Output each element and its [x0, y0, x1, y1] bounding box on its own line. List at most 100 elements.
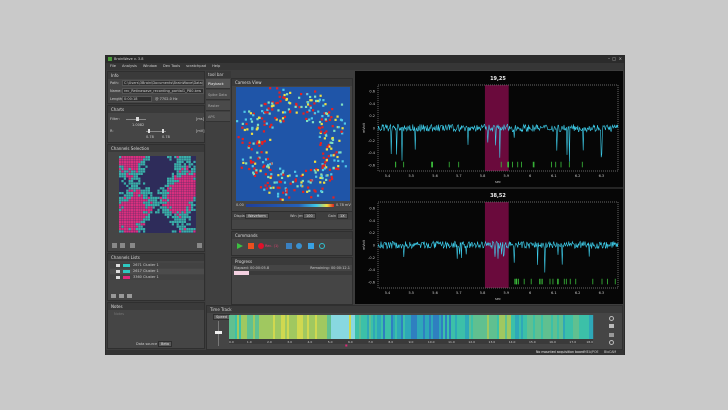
camera-heatmap[interactable]	[236, 87, 350, 201]
filter-slider[interactable]	[126, 117, 146, 121]
channel-cell	[176, 213, 179, 216]
display-select[interactable]: Waveform	[245, 213, 269, 219]
channel-cell	[164, 194, 167, 197]
channel-cell	[143, 160, 146, 163]
grid-icon[interactable]	[112, 243, 117, 248]
speed-slider[interactable]	[215, 321, 222, 346]
export-icon[interactable]	[197, 243, 202, 248]
snapshot-icon[interactable]	[308, 243, 314, 249]
electrode-pixel	[316, 194, 320, 197]
channel-cell	[188, 196, 191, 199]
channel-cell	[133, 172, 136, 175]
channel-list-item[interactable]: 2617 Cluster 1	[110, 269, 204, 274]
channel-cell	[162, 196, 165, 199]
loop-icon[interactable]	[319, 243, 325, 249]
channel-cell	[145, 216, 148, 219]
time-bin	[339, 315, 342, 339]
electrode-pixel	[291, 180, 295, 184]
status-bar: No mounted acquisition board MEA/POE Bio…	[106, 350, 624, 355]
tab-aps[interactable]: APS	[206, 112, 230, 122]
channel-list-item[interactable]: 3360 Cluster 1	[110, 275, 204, 280]
feed-icon[interactable]	[286, 243, 292, 249]
menu-bar: File Analysis Window Dev Tools scratchpa…	[106, 63, 624, 70]
name-field[interactable]: rec_Retinawave_recording_partial1_P80.br…	[122, 88, 204, 94]
menu-window[interactable]: Window	[143, 64, 157, 69]
waveform-plots[interactable]: 19,25 0.6 0.4 0.2 0 -0.2 -0.4 -0.6 5.4 5.5 5.6 5.7 5…	[355, 71, 623, 304]
electrode-pixel	[327, 114, 330, 117]
notes-input[interactable]: Notes	[114, 312, 124, 316]
sync-icon[interactable]	[296, 243, 302, 249]
channel-cell	[126, 211, 129, 214]
channel-cell	[191, 208, 194, 211]
stop-icon[interactable]	[248, 243, 254, 249]
time-bin	[569, 315, 572, 339]
channel-cell	[169, 206, 172, 209]
channel-cell	[147, 213, 150, 216]
menu-scratchpad[interactable]: scratchpad	[186, 64, 206, 69]
zoom-icon[interactable]	[609, 316, 614, 321]
channel-cell	[121, 204, 124, 207]
view-tool-icon[interactable]	[130, 243, 135, 248]
tab-playback[interactable]: Playback	[206, 79, 230, 89]
channel-list-item[interactable]: 2671 Cluster 1	[110, 263, 204, 268]
list-color-swatch	[123, 264, 130, 267]
time-bin	[243, 315, 246, 339]
y-tick-label: 0.2	[369, 114, 375, 118]
menu-help[interactable]: Help	[212, 64, 220, 69]
time-bin	[549, 315, 552, 339]
select-tool-icon[interactable]	[120, 243, 125, 248]
import-list-icon[interactable]	[119, 294, 124, 298]
channel-cell	[171, 196, 174, 199]
electrode-pixel	[264, 158, 268, 161]
channel-cell	[145, 206, 148, 209]
eye-icon[interactable]	[116, 264, 120, 267]
menu-analysis[interactable]: Analysis	[122, 64, 137, 69]
win-select[interactable]: 100	[303, 213, 316, 219]
time-bin	[229, 315, 232, 339]
record-icon[interactable]	[258, 243, 264, 249]
channel-cell	[181, 201, 184, 204]
channel-cell	[188, 201, 191, 204]
eye-icon[interactable]	[116, 270, 120, 273]
play-icon[interactable]	[237, 243, 243, 249]
length-field[interactable]: 0:00:18	[122, 96, 152, 102]
time-cursor[interactable]	[345, 344, 348, 347]
minimize-icon[interactable]: –	[608, 56, 610, 61]
channel-cell	[186, 187, 189, 190]
electrode-pixel	[261, 161, 265, 164]
data-source-select[interactable]: Beta	[158, 341, 173, 347]
maximize-icon[interactable]: □	[612, 56, 616, 61]
x-tick-label: 5.7	[456, 174, 462, 178]
time-bin	[473, 315, 476, 339]
camera-icon[interactable]	[609, 333, 614, 337]
layout-icon[interactable]	[609, 324, 614, 328]
export-list-icon[interactable]	[127, 294, 132, 298]
channel-cell	[179, 225, 182, 228]
add-list-icon[interactable]	[111, 294, 116, 298]
tab-spike-data[interactable]: Spike Data	[206, 90, 230, 100]
channel-cell	[135, 218, 138, 221]
time-bin	[367, 315, 370, 339]
channel-cell	[128, 180, 131, 183]
range-slider[interactable]	[146, 129, 166, 133]
channel-cell	[119, 163, 122, 166]
tab-raster[interactable]: Raster	[206, 101, 230, 111]
search-icon[interactable]	[609, 340, 614, 345]
channel-grid[interactable]	[119, 156, 196, 233]
channel-cell	[140, 218, 143, 221]
channel-cell	[133, 230, 136, 233]
channel-cell	[193, 170, 196, 173]
electrode-pixel	[260, 104, 263, 107]
electrode-pixel	[268, 112, 271, 115]
gain-select[interactable]: 1X	[337, 213, 348, 219]
electrode-pixel	[266, 157, 270, 161]
eye-icon[interactable]	[116, 276, 120, 279]
channel-cell	[138, 168, 141, 171]
menu-file[interactable]: File	[110, 64, 116, 69]
channel-cell	[191, 180, 194, 183]
path-field[interactable]: C:\Users\3Brain\Documents\BrainWave\Data…	[122, 80, 204, 86]
electrode-pixel	[324, 103, 327, 106]
menu-dev-tools[interactable]: Dev Tools	[163, 64, 180, 69]
close-icon[interactable]: ×	[619, 56, 622, 61]
time-track-heatmap[interactable]: 0.0 1.0 2.0 3.0 4.0 5.0 6.0 7.0 8.0 9.0 10.0 11.0 12…	[229, 315, 601, 349]
